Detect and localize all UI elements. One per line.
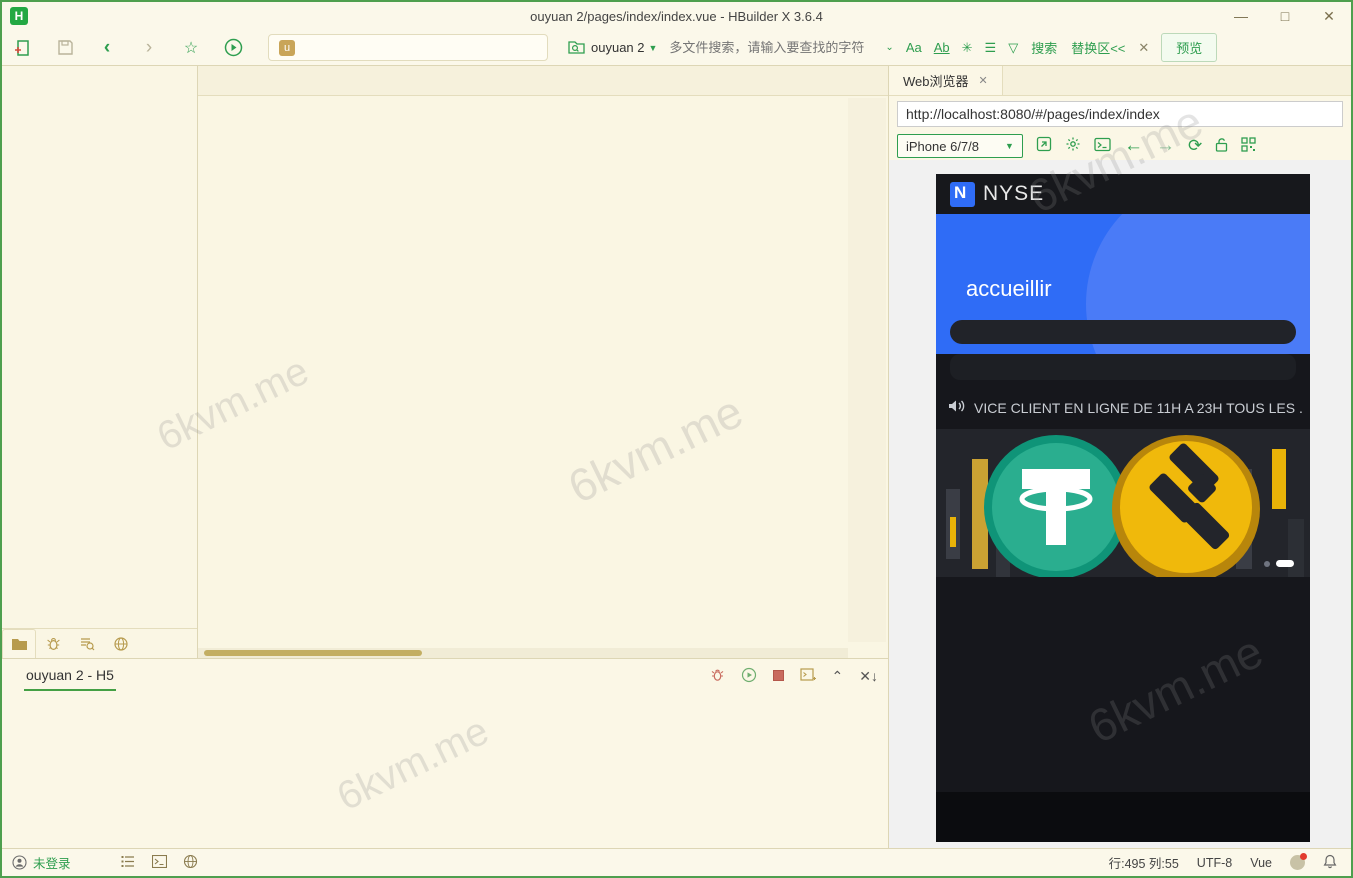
nav-back-icon[interactable]: ← xyxy=(1124,135,1143,157)
files-tab-folder-icon[interactable] xyxy=(2,629,36,658)
project-explorer xyxy=(2,66,198,658)
close-panel-icon[interactable]: ✕↓ xyxy=(859,668,878,685)
save-icon[interactable] xyxy=(50,35,80,61)
search-in-files-icon[interactable] xyxy=(568,38,585,58)
title-bar: H ouyuan 2/pages/index/index.vue - HBuil… xyxy=(2,2,1351,30)
back-icon[interactable]: ‹ xyxy=(92,35,122,61)
horizontal-scrollbar[interactable] xyxy=(198,648,848,658)
market-ticker xyxy=(950,354,1296,380)
replace-area-button[interactable]: 替换区<< xyxy=(1071,38,1125,57)
device-select[interactable]: iPhone 6/7/8 ▼ xyxy=(897,134,1023,158)
debug-tab-bug-icon[interactable] xyxy=(36,629,70,658)
forward-icon[interactable]: › xyxy=(134,35,164,61)
globe-icon[interactable] xyxy=(183,854,198,872)
promo-banner-image[interactable] xyxy=(936,429,1310,577)
qr-code-icon[interactable] xyxy=(1241,137,1256,156)
restart-run-icon[interactable] xyxy=(741,667,757,686)
language-mode[interactable]: Vue xyxy=(1250,856,1272,870)
maximize-button[interactable]: □ xyxy=(1263,3,1307,29)
console-tab[interactable]: ouyuan 2 - H5 xyxy=(24,661,116,691)
whole-word-icon[interactable]: Ab xyxy=(934,40,950,55)
chevron-down-icon: ▼ xyxy=(1005,141,1014,151)
hbuilderx-window: H ouyuan 2/pages/index/index.vue - HBuil… xyxy=(0,0,1353,878)
web-tab-globe-icon[interactable] xyxy=(104,629,138,658)
lock-icon[interactable] xyxy=(1215,137,1228,156)
breadcrumb: u xyxy=(268,34,548,61)
terminal-icon[interactable] xyxy=(152,855,167,871)
nyse-logo-icon xyxy=(950,182,975,207)
uniapp-icon: u xyxy=(279,40,295,56)
refresh-icon[interactable]: ⟳ xyxy=(1188,136,1202,156)
new-console-icon[interactable] xyxy=(800,667,816,685)
notification-icon[interactable] xyxy=(1290,855,1305,870)
welcome-text: accueillir xyxy=(966,276,1052,302)
search-button[interactable]: 搜索 xyxy=(1031,38,1057,57)
notice-marquee[interactable]: VICE CLIENT EN LIGNE DE 11H A 23H TOUS L… xyxy=(936,380,1310,429)
chevron-down-icon: ▼ xyxy=(649,43,658,53)
cursor-position[interactable]: 行:495 列:55 xyxy=(1109,853,1179,872)
list-icon[interactable]: ☰ xyxy=(985,40,997,56)
bell-icon[interactable] xyxy=(1323,854,1337,872)
collapse-panel-icon[interactable]: ⌃ xyxy=(832,668,844,685)
hbuilderx-logo-icon: H xyxy=(10,7,28,25)
code-editor xyxy=(198,66,888,658)
console-panel: ouyuan 2 - H5 ⌃ ✕↓ xyxy=(2,658,888,848)
close-search-icon[interactable]: ✕ xyxy=(1138,40,1149,56)
window-title: ouyuan 2/pages/index/index.vue - HBuilde… xyxy=(2,9,1351,24)
status-bar: 未登录 行:495 列:55 UTF-8 Vue xyxy=(2,848,1351,876)
regex-icon[interactable]: ✳ xyxy=(962,40,973,56)
console-icon[interactable] xyxy=(1094,137,1111,156)
editor-tabs xyxy=(198,66,888,96)
brand-name: NYSE xyxy=(983,182,1044,206)
login-status[interactable]: 未登录 xyxy=(12,853,71,872)
close-button[interactable]: ✕ xyxy=(1307,3,1351,29)
phone-viewport: NYSE accueillir VICE CLIENT EN LIGNE DE … xyxy=(936,174,1310,842)
preview-button[interactable]: 预览 xyxy=(1161,33,1217,62)
encoding[interactable]: UTF-8 xyxy=(1197,856,1232,870)
web-browser-panel: Web浏览器 ✕ http://localhost:8080/#/pages/i… xyxy=(888,66,1351,848)
favorite-star-icon[interactable]: ☆ xyxy=(176,35,206,61)
speaker-icon xyxy=(948,398,966,417)
multi-file-search-input[interactable] xyxy=(669,40,879,55)
app-header: NYSE xyxy=(936,174,1310,214)
main-toolbar: ‹ › ☆ u ouyuan 2 ▼ ⌄ Aa Ab ✳ ☰ ▽ 搜索 替换区 xyxy=(2,30,1351,66)
search-results-tab-icon[interactable] xyxy=(70,629,104,658)
browser-preview-area: NYSE accueillir VICE CLIENT EN LIGNE DE … xyxy=(889,160,1351,848)
run-icon[interactable] xyxy=(218,35,248,61)
search-scope-select[interactable]: ouyuan 2 ▼ xyxy=(591,40,657,55)
nav-forward-icon[interactable]: → xyxy=(1156,135,1175,157)
code-area[interactable] xyxy=(198,96,888,642)
match-case-icon[interactable]: Aa xyxy=(906,40,922,55)
browser-tabs: Web浏览器 ✕ xyxy=(889,66,1351,96)
minimize-button[interactable]: — xyxy=(1219,3,1263,29)
gear-icon[interactable] xyxy=(1065,136,1081,156)
bottom-nav xyxy=(936,792,1310,842)
debug-bug-icon[interactable] xyxy=(710,667,725,685)
pagination-active-dot[interactable] xyxy=(1276,560,1294,567)
pagination-dot[interactable] xyxy=(1264,561,1270,567)
web-browser-tab[interactable]: Web浏览器 ✕ xyxy=(889,66,1003,95)
menu-grid-card xyxy=(950,320,1296,344)
outline-icon[interactable] xyxy=(121,855,136,871)
chevron-down-icon[interactable]: ⌄ xyxy=(885,42,893,53)
new-file-icon[interactable] xyxy=(8,35,38,61)
browser-toolbar: iPhone 6/7/8 ▼ ← → ⟳ xyxy=(889,132,1351,160)
stop-icon[interactable] xyxy=(773,668,784,684)
close-icon[interactable]: ✕ xyxy=(979,74,988,87)
filter-icon[interactable]: ▽ xyxy=(1008,40,1018,56)
explorer-bottom-tabs xyxy=(2,628,197,658)
carousel-pagination[interactable] xyxy=(1264,560,1294,567)
open-external-icon[interactable] xyxy=(1036,136,1052,156)
url-bar[interactable]: http://localhost:8080/#/pages/index/inde… xyxy=(897,101,1343,127)
minimap[interactable] xyxy=(848,98,886,642)
